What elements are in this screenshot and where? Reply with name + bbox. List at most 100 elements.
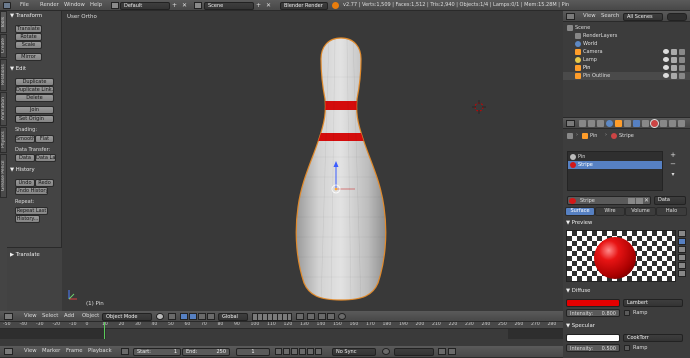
rotate-manip-icon[interactable] <box>198 313 206 320</box>
preview-cube-icon[interactable] <box>678 246 686 253</box>
outliner-row-camera[interactable]: Camera <box>563 48 690 56</box>
constraints-tab-icon[interactable] <box>624 120 631 127</box>
slot-menu-icon[interactable]: ▾ <box>669 171 677 179</box>
manipulator-toggle-icon[interactable] <box>180 313 188 320</box>
menu-file[interactable]: File <box>20 2 29 8</box>
material-link-selector[interactable]: Data <box>654 196 686 205</box>
render-camera-icon[interactable] <box>679 65 685 71</box>
add-slot-icon[interactable]: + <box>669 151 677 159</box>
redo-button[interactable]: Redo <box>35 179 54 187</box>
delete-button[interactable]: Delete <box>15 94 54 102</box>
prev-keyframe-icon[interactable] <box>283 348 290 355</box>
timeline-editor-icon[interactable] <box>4 348 13 355</box>
viewport-shading-icon[interactable] <box>156 313 164 320</box>
history-button[interactable]: History... <box>15 215 40 223</box>
specular-color-swatch[interactable] <box>566 334 620 342</box>
particles-tab-icon[interactable] <box>669 120 676 127</box>
physics-tab-icon[interactable] <box>678 120 685 127</box>
preview-sky-icon[interactable] <box>678 270 686 277</box>
visibility-eye-icon[interactable] <box>663 65 669 70</box>
tab-volume[interactable]: Volume <box>625 207 656 216</box>
mode-selector[interactable]: Object Mode <box>102 313 152 321</box>
specular-panel-title[interactable]: ▼ Specular <box>566 323 595 329</box>
render-tab-icon[interactable] <box>579 120 586 127</box>
specular-intensity-field[interactable]: Intensity: 0.500 <box>566 344 620 352</box>
outliner-row-scene[interactable]: Scene <box>563 24 690 32</box>
outliner-row-lamp[interactable]: Lamp <box>563 56 690 64</box>
play-icon[interactable] <box>299 348 306 355</box>
visibility-eye-icon[interactable] <box>663 49 669 54</box>
outliner-row-pin-outline[interactable]: Pin Outline <box>563 72 690 80</box>
set-origin-dropdown[interactable]: Set Origin <box>15 115 54 123</box>
delete-keyframe-icon[interactable] <box>448 348 456 355</box>
menu-render[interactable]: Render <box>40 2 59 8</box>
outliner-editor-icon[interactable] <box>566 13 575 20</box>
snap-icon[interactable] <box>318 313 326 320</box>
smooth-button[interactable]: Smooth <box>15 135 35 143</box>
tab-wire[interactable]: Wire <box>595 207 625 216</box>
view3d-menu-view[interactable]: View <box>24 313 37 319</box>
timeline-ruler[interactable]: -50-40-30-20-100102030405060708090100110… <box>0 322 563 329</box>
scene-tab-icon[interactable] <box>597 120 604 127</box>
tab-physics[interactable]: Physics <box>0 127 7 153</box>
modifiers-tab-icon[interactable] <box>633 120 640 127</box>
material-name-field[interactable]: Stripe <box>580 198 595 204</box>
rotate-button[interactable]: Rotate <box>15 33 42 41</box>
scale-button[interactable]: Scale <box>15 41 42 49</box>
translate-manip-icon[interactable] <box>189 313 197 320</box>
tab-animation[interactable]: Animation <box>0 92 7 126</box>
object-tab-icon[interactable] <box>615 120 622 127</box>
tab-grease-pencil[interactable]: Grease Pencil <box>0 154 7 198</box>
render-engine-selector[interactable]: Blender Render <box>280 2 328 10</box>
timeline-menu-playback[interactable]: Playback <box>88 348 112 354</box>
selectable-arrow-icon[interactable] <box>671 49 677 55</box>
material-slot-pin[interactable]: Pin <box>568 153 662 161</box>
info-editor-icon[interactable] <box>3 2 11 9</box>
tab-create[interactable]: Create <box>0 34 7 58</box>
data-tab-icon[interactable] <box>642 120 649 127</box>
layout-add-icon[interactable]: + <box>172 2 179 9</box>
pivot-icon[interactable] <box>168 313 176 320</box>
preview-monkey-icon[interactable] <box>678 254 686 261</box>
timeline-menu-frame[interactable]: Frame <box>66 348 83 354</box>
viewport-3d[interactable]: User Ortho (1) Pin <box>63 11 563 311</box>
undo-button[interactable]: Undo <box>15 179 35 187</box>
menu-help[interactable]: Help <box>90 2 102 8</box>
scene-add-icon[interactable]: + <box>256 2 261 9</box>
insert-keyframe-icon[interactable] <box>438 348 446 355</box>
data-layout-button[interactable]: Data La <box>35 154 56 162</box>
material-slot-stripe[interactable]: Stripe <box>568 161 662 169</box>
layout-selector[interactable]: Default <box>120 2 170 10</box>
jump-start-icon[interactable] <box>275 348 282 355</box>
world-tab-icon[interactable] <box>606 120 613 127</box>
material-browse-icon[interactable] <box>569 198 576 204</box>
scale-manip-icon[interactable] <box>207 313 215 320</box>
texture-tab-icon[interactable] <box>660 120 667 127</box>
outliner-menu-view[interactable]: View <box>583 13 596 19</box>
edit-panel-title[interactable]: ▼ Edit <box>10 66 26 72</box>
remove-slot-icon[interactable]: − <box>669 160 677 168</box>
properties-editor-icon[interactable] <box>566 120 575 127</box>
3d-cursor-icon[interactable] <box>472 100 486 114</box>
outliner-row-world[interactable]: World <box>563 40 690 48</box>
properties-panel[interactable]: › Pin › Stripe Pin Stripe + − ▾ Stripe ✕… <box>563 129 690 358</box>
preview-panel-title[interactable]: ▼ Preview <box>566 220 592 226</box>
duplicate-button[interactable]: Duplicate <box>15 78 54 86</box>
duplicate-link-button[interactable]: Duplicate Link... <box>15 86 54 94</box>
translate-button[interactable]: Translate <box>15 25 42 33</box>
view3d-menu-add[interactable]: Add <box>64 313 74 319</box>
material-slot-list[interactable]: Pin Stripe <box>567 151 663 191</box>
play-reverse-icon[interactable] <box>291 348 298 355</box>
render-preview-icon[interactable] <box>307 313 315 320</box>
specular-shader-selector[interactable]: CookTorr <box>623 334 683 342</box>
translate-panel-title[interactable]: ▶ Translate <box>10 252 40 258</box>
diffuse-color-swatch[interactable] <box>566 299 620 307</box>
tab-halo[interactable]: Halo <box>656 207 687 216</box>
timeline[interactable]: -50-40-30-20-100102030405060708090100110… <box>0 322 563 346</box>
preview-range-icon[interactable] <box>121 348 129 355</box>
render-layers-tab-icon[interactable] <box>588 120 595 127</box>
timeline-playhead[interactable] <box>104 322 105 339</box>
end-frame-field[interactable]: End: 250 <box>182 348 230 356</box>
material-fake-user-icon[interactable] <box>628 198 635 204</box>
layer-buttons[interactable] <box>252 313 292 321</box>
